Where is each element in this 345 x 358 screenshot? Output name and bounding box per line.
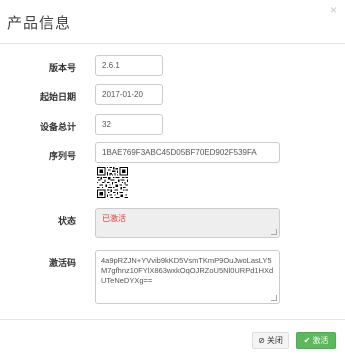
product-info-dialog: × 产品信息 版本号 2.6.1 起始日期 2017-01-20 设备总计 32… [0,0,345,358]
start-date-field[interactable]: 2017-01-20 [95,84,163,105]
resize-handle-icon[interactable] [271,229,277,235]
start-date-label: 起始日期 [39,92,76,102]
version-label: 版本号 [48,63,76,73]
activation-code-label: 激活码 [48,258,76,268]
activation-code-value: 4a9pRZJN+YVvib9kKD5VsmTKmP9OuJwoLasLY5M7… [101,256,274,285]
ban-icon: ⊘ [258,335,265,345]
resize-handle-icon[interactable] [271,295,277,301]
dialog-title: 产品信息 [7,14,72,32]
serial-label: 序列号 [48,151,76,161]
footer-divider [0,319,345,320]
device-total-label: 设备总计 [39,122,76,132]
device-total-field[interactable]: 32 [95,114,163,135]
close-icon[interactable]: × [330,4,337,16]
version-field[interactable]: 2.6.1 [95,55,163,76]
status-field: 已激活 [95,208,280,238]
status-label: 状态 [57,216,76,226]
qr-code-icon [97,167,128,198]
check-icon: ✔ [303,335,311,345]
close-button[interactable]: ⊘ 关闭 [252,332,289,349]
close-button-label: 关闭 [266,336,283,345]
activation-code-textarea[interactable]: 4a9pRZJN+YVvib9kKD5VsmTKmP9OuJwoLasLY5M7… [95,250,280,304]
activate-button-label: 激活 [312,336,329,345]
status-value: 已激活 [102,214,126,223]
serial-field[interactable]: 1BAE769F3ABC45D05BF70ED902F539FA [95,142,280,163]
header-divider [0,43,345,44]
activate-button[interactable]: ✔ 激活 [296,332,336,349]
